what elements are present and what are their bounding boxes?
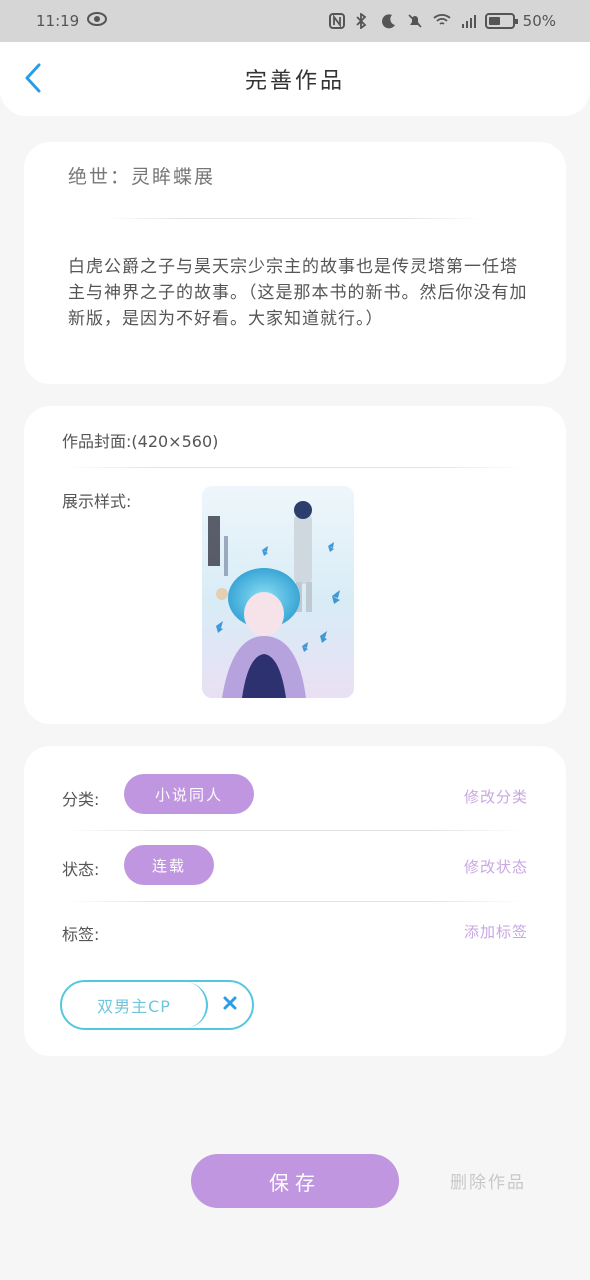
close-icon xyxy=(222,995,238,1015)
status-right: 50% xyxy=(328,12,556,30)
eye-icon xyxy=(87,12,108,30)
category-label: 分类: xyxy=(62,790,100,809)
nfc-icon xyxy=(328,13,347,29)
status-label: 状态: xyxy=(62,860,100,879)
category-pill[interactable]: 小说同人 xyxy=(124,774,254,814)
status-left: 11:19 xyxy=(36,12,108,30)
work-title-input[interactable]: 绝世：灵眸蝶展 xyxy=(68,162,215,189)
header: 完善作品 xyxy=(0,42,590,116)
divider xyxy=(64,901,524,902)
tag-label: 双男主CP xyxy=(62,982,208,1028)
tags-label: 标签: xyxy=(62,925,100,944)
meta-card: 分类: 小说同人 修改分类 状态: 连载 修改状态 标签: 添加标签 双男主CP xyxy=(24,746,566,1056)
battery-percent: 50% xyxy=(522,12,556,30)
divider xyxy=(64,467,524,468)
cover-card: 作品封面:(420×560) 展示样式: xyxy=(24,406,566,724)
remove-tag-button[interactable] xyxy=(208,982,252,1028)
status-pill[interactable]: 连载 xyxy=(124,845,214,885)
battery-icon xyxy=(484,13,518,29)
edit-status-link[interactable]: 修改状态 xyxy=(464,856,528,877)
status-bar: 11:19 50% xyxy=(0,0,590,42)
moon-icon xyxy=(381,13,399,29)
delete-work-link[interactable]: 删除作品 xyxy=(450,1168,526,1193)
divider xyxy=(64,830,524,831)
display-style-label: 展示样式: xyxy=(62,492,132,511)
page-title: 完善作品 xyxy=(244,69,345,94)
save-button[interactable]: 保存 xyxy=(191,1154,399,1208)
wifi-icon xyxy=(433,13,451,29)
work-info-card: 绝世：灵眸蝶展 白虎公爵之子与昊天宗少宗主的故事也是传灵塔第一任塔主与神界之子的… xyxy=(24,142,566,384)
tag-chip: 双男主CP xyxy=(60,980,254,1030)
cover-label: 作品封面:(420×560) xyxy=(62,432,219,451)
add-tag-link[interactable]: 添加标签 xyxy=(464,921,528,942)
divider xyxy=(104,218,484,219)
bluetooth-icon xyxy=(355,12,373,30)
chevron-left-icon xyxy=(24,63,42,97)
signal-icon xyxy=(459,13,477,29)
cover-image[interactable] xyxy=(202,486,354,698)
edit-category-link[interactable]: 修改分类 xyxy=(464,786,528,807)
back-button[interactable] xyxy=(18,63,48,97)
work-description-input[interactable]: 白虎公爵之子与昊天宗少宗主的故事也是传灵塔第一任塔主与神界之子的故事。（这是那本… xyxy=(68,254,528,332)
status-time: 11:19 xyxy=(36,12,80,30)
bell-off-icon xyxy=(407,13,425,29)
